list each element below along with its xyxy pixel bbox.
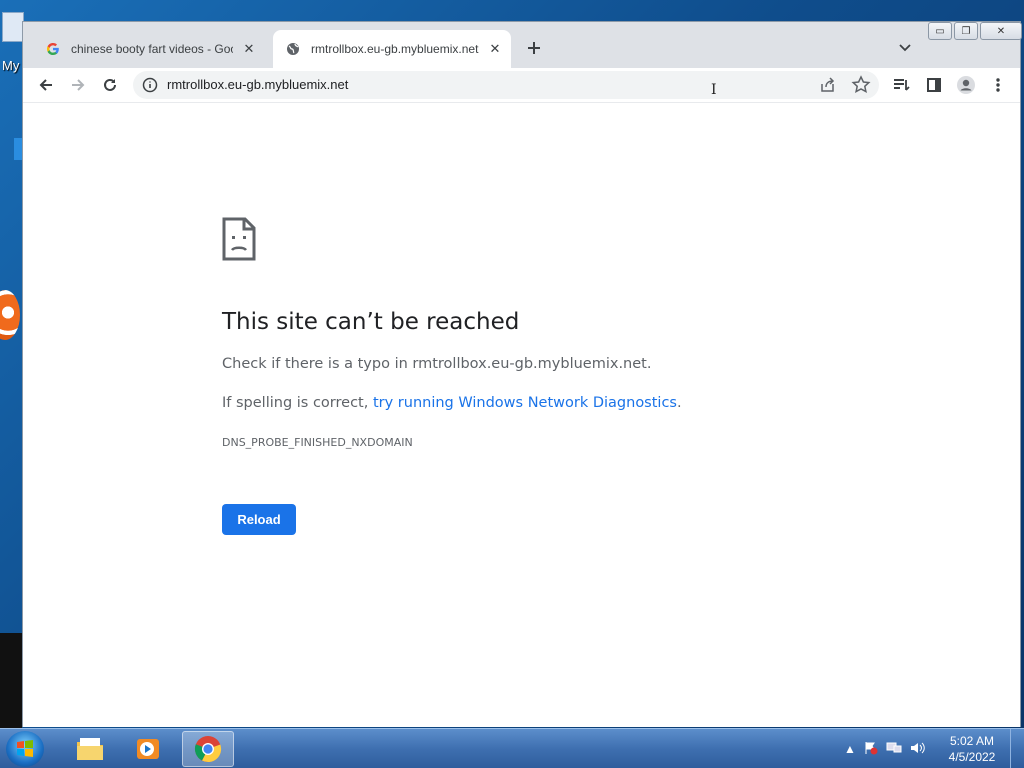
share-icon[interactable] <box>819 76 837 94</box>
window-controls: ▭ ❐ ✕ <box>928 22 1024 40</box>
tab-strip: chinese booty fart videos - Goog ✕ rmtro… <box>23 22 1022 68</box>
arrow-left-icon <box>39 79 52 91</box>
minimize-icon: ▭ <box>935 25 945 37</box>
system-tray: ▲ <box>840 729 930 768</box>
file-explorer-icon <box>77 738 103 760</box>
avatar-icon <box>957 76 975 94</box>
side-panel-button[interactable] <box>921 72 947 98</box>
new-tab-button[interactable] <box>523 37 545 59</box>
spelling-hint: If spelling is correct, try running Wind… <box>222 395 682 411</box>
error-code: DNS_PROBE_FINISHED_NXDOMAIN <box>222 436 413 449</box>
tab-search-results[interactable]: chinese booty fart videos - Goog ✕ <box>33 30 265 68</box>
computer-icon[interactable] <box>0 12 24 56</box>
error-heading: This site can’t be reached <box>222 309 520 335</box>
tab-current-site[interactable]: rmtrollbox.eu-gb.mybluemix.net ✕ <box>273 30 511 68</box>
close-tab-icon[interactable]: ✕ <box>487 41 503 57</box>
back-button[interactable] <box>33 72 59 98</box>
tab-title: rmtrollbox.eu-gb.mybluemix.net <box>311 42 479 56</box>
maximize-icon: ❐ <box>961 25 971 37</box>
action-center-flag-icon[interactable] <box>864 741 878 758</box>
taskbar-explorer[interactable] <box>64 731 116 767</box>
reading-list-button[interactable] <box>889 72 915 98</box>
sad-document-icon <box>222 217 256 261</box>
start-button[interactable] <box>6 731 44 767</box>
taskbar-chrome[interactable] <box>182 731 234 767</box>
google-g-icon <box>45 41 61 57</box>
typo-hint: Check if there is a typo in rmtrollbox.e… <box>222 356 652 372</box>
profile-button[interactable] <box>953 72 979 98</box>
chrome-icon <box>194 736 222 763</box>
fish-wallpaper-icon <box>0 290 20 340</box>
refresh-icon <box>104 78 116 91</box>
show-desktop-button[interactable] <box>1010 729 1024 768</box>
show-hidden-icons-icon[interactable]: ▲ <box>844 742 856 756</box>
taskbar-media-player[interactable] <box>122 731 174 767</box>
desktop-shortcut-icon[interactable] <box>14 138 22 160</box>
taskbar-clock[interactable]: 5:02 AM 4/5/2022 <box>940 733 1004 765</box>
text-cursor-icon: I <box>711 82 717 98</box>
globe-icon <box>285 41 301 57</box>
volume-icon[interactable] <box>910 741 926 758</box>
minimize-button[interactable]: ▭ <box>928 22 952 40</box>
reload-button[interactable]: Reload <box>222 504 296 535</box>
spelling-hint-suffix: . <box>676 395 682 411</box>
plus-icon <box>528 42 540 54</box>
spelling-hint-prefix: If spelling is correct, <box>222 395 373 411</box>
desktop-edge-shadow <box>0 633 22 728</box>
clock-date: 4/5/2022 <box>948 750 996 764</box>
star-icon[interactable] <box>851 75 871 95</box>
taskbar: ▲ 5:02 AM 4/5/2022 <box>0 728 1024 768</box>
address-bar[interactable]: rmtrollbox.eu-gb.mybluemix.net <box>133 71 879 99</box>
url-text[interactable]: rmtrollbox.eu-gb.mybluemix.net <box>167 77 348 92</box>
tab-title: chinese booty fart videos - Goog <box>71 42 233 56</box>
maximize-button[interactable]: ❐ <box>954 22 978 40</box>
tab-search-button[interactable] <box>895 38 915 58</box>
windows-logo-icon <box>17 740 33 757</box>
error-page: This site can’t be reached Check if ther… <box>23 102 1020 727</box>
clock-time: 5:02 AM <box>949 734 995 748</box>
kebab-menu-icon <box>996 78 1000 92</box>
side-panel-icon <box>927 78 941 92</box>
browser-toolbar: rmtrollbox.eu-gb.mybluemix.net I <box>23 68 1020 102</box>
reload-toolbar-button[interactable] <box>97 72 123 98</box>
close-icon: ✕ <box>996 25 1006 37</box>
browser-window: chinese booty fart videos - Goog ✕ rmtro… <box>22 21 1022 727</box>
chevron-down-icon <box>899 44 911 52</box>
close-window-button[interactable]: ✕ <box>980 22 1022 40</box>
arrow-right-icon <box>72 79 85 91</box>
forward-button[interactable] <box>65 72 91 98</box>
media-player-icon <box>137 739 159 759</box>
info-icon[interactable] <box>141 76 159 94</box>
close-tab-icon[interactable]: ✕ <box>241 41 257 57</box>
reading-list-icon <box>894 79 910 91</box>
network-diagnostics-link[interactable]: try running Windows Network Diagnostics <box>373 395 677 411</box>
menu-button[interactable] <box>985 72 1011 98</box>
desktop-icon-label: My <box>2 58 20 73</box>
network-icon[interactable] <box>886 741 902 758</box>
